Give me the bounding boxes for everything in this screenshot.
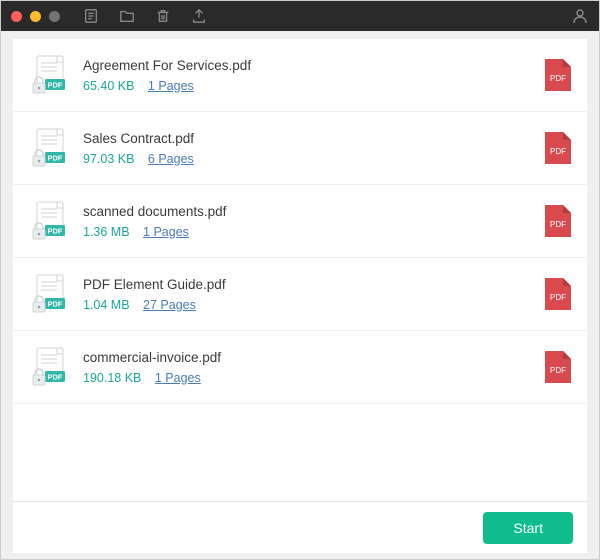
zoom-icon[interactable] [49, 11, 60, 22]
pdf-format-icon: PDF [543, 276, 573, 312]
file-info: scanned documents.pdf 1.36 MB 1 Pages [83, 204, 533, 239]
folder-icon[interactable] [118, 7, 136, 25]
file-size: 97.03 KB [83, 152, 134, 166]
svg-text:PDF: PDF [48, 154, 63, 163]
locked-pdf-icon: PDF [27, 126, 71, 170]
file-info: commercial-invoice.pdf 190.18 KB 1 Pages [83, 350, 533, 385]
locked-pdf-icon: PDF [27, 345, 71, 389]
file-name: Sales Contract.pdf [83, 131, 533, 146]
file-name: commercial-invoice.pdf [83, 350, 533, 365]
list-item[interactable]: PDF PDF Element Guide.pdf 1.04 MB 27 Pag… [13, 258, 587, 331]
file-pages-link[interactable]: 6 Pages [148, 152, 194, 166]
file-pages-link[interactable]: 1 Pages [148, 79, 194, 93]
file-size: 1.04 MB [83, 298, 130, 312]
list-item[interactable]: PDF Sales Contract.pdf 97.03 KB 6 Pages … [13, 112, 587, 185]
pdf-format-icon: PDF [543, 203, 573, 239]
file-size: 65.40 KB [83, 79, 134, 93]
file-pages-link[interactable]: 27 Pages [143, 298, 196, 312]
window-controls [11, 11, 60, 22]
minimize-icon[interactable] [30, 11, 41, 22]
svg-text:PDF: PDF [550, 293, 566, 302]
file-list: PDF Agreement For Services.pdf 65.40 KB … [13, 39, 587, 501]
file-pages-link[interactable]: 1 Pages [155, 371, 201, 385]
file-info: Agreement For Services.pdf 65.40 KB 1 Pa… [83, 58, 533, 93]
svg-text:PDF: PDF [550, 366, 566, 375]
pdf-format-icon: PDF [543, 57, 573, 93]
locked-pdf-icon: PDF [27, 199, 71, 243]
file-name: PDF Element Guide.pdf [83, 277, 533, 292]
file-info: PDF Element Guide.pdf 1.04 MB 27 Pages [83, 277, 533, 312]
svg-text:PDF: PDF [48, 227, 63, 236]
trash-icon[interactable] [154, 7, 172, 25]
file-pages-link[interactable]: 1 Pages [143, 225, 189, 239]
list-item[interactable]: PDF scanned documents.pdf 1.36 MB 1 Page… [13, 185, 587, 258]
file-size: 1.36 MB [83, 225, 130, 239]
close-icon[interactable] [11, 11, 22, 22]
start-button[interactable]: Start [483, 512, 573, 544]
file-name: scanned documents.pdf [83, 204, 533, 219]
svg-text:PDF: PDF [48, 300, 63, 309]
svg-text:PDF: PDF [550, 147, 566, 156]
list-item[interactable]: PDF commercial-invoice.pdf 190.18 KB 1 P… [13, 331, 587, 404]
file-size: 190.18 KB [83, 371, 141, 385]
svg-text:PDF: PDF [550, 74, 566, 83]
pdf-format-icon: PDF [543, 130, 573, 166]
file-name: Agreement For Services.pdf [83, 58, 533, 73]
upload-icon[interactable] [190, 7, 208, 25]
svg-text:PDF: PDF [48, 373, 63, 382]
locked-pdf-icon: PDF [27, 53, 71, 97]
svg-text:PDF: PDF [48, 81, 63, 90]
footer: Start [13, 501, 587, 553]
titlebar [1, 1, 599, 31]
document-icon[interactable] [82, 7, 100, 25]
locked-pdf-icon: PDF [27, 272, 71, 316]
pdf-format-icon: PDF [543, 349, 573, 385]
file-info: Sales Contract.pdf 97.03 KB 6 Pages [83, 131, 533, 166]
user-icon[interactable] [571, 7, 589, 25]
list-item[interactable]: PDF Agreement For Services.pdf 65.40 KB … [13, 39, 587, 112]
toolbar [82, 7, 208, 25]
svg-text:PDF: PDF [550, 220, 566, 229]
